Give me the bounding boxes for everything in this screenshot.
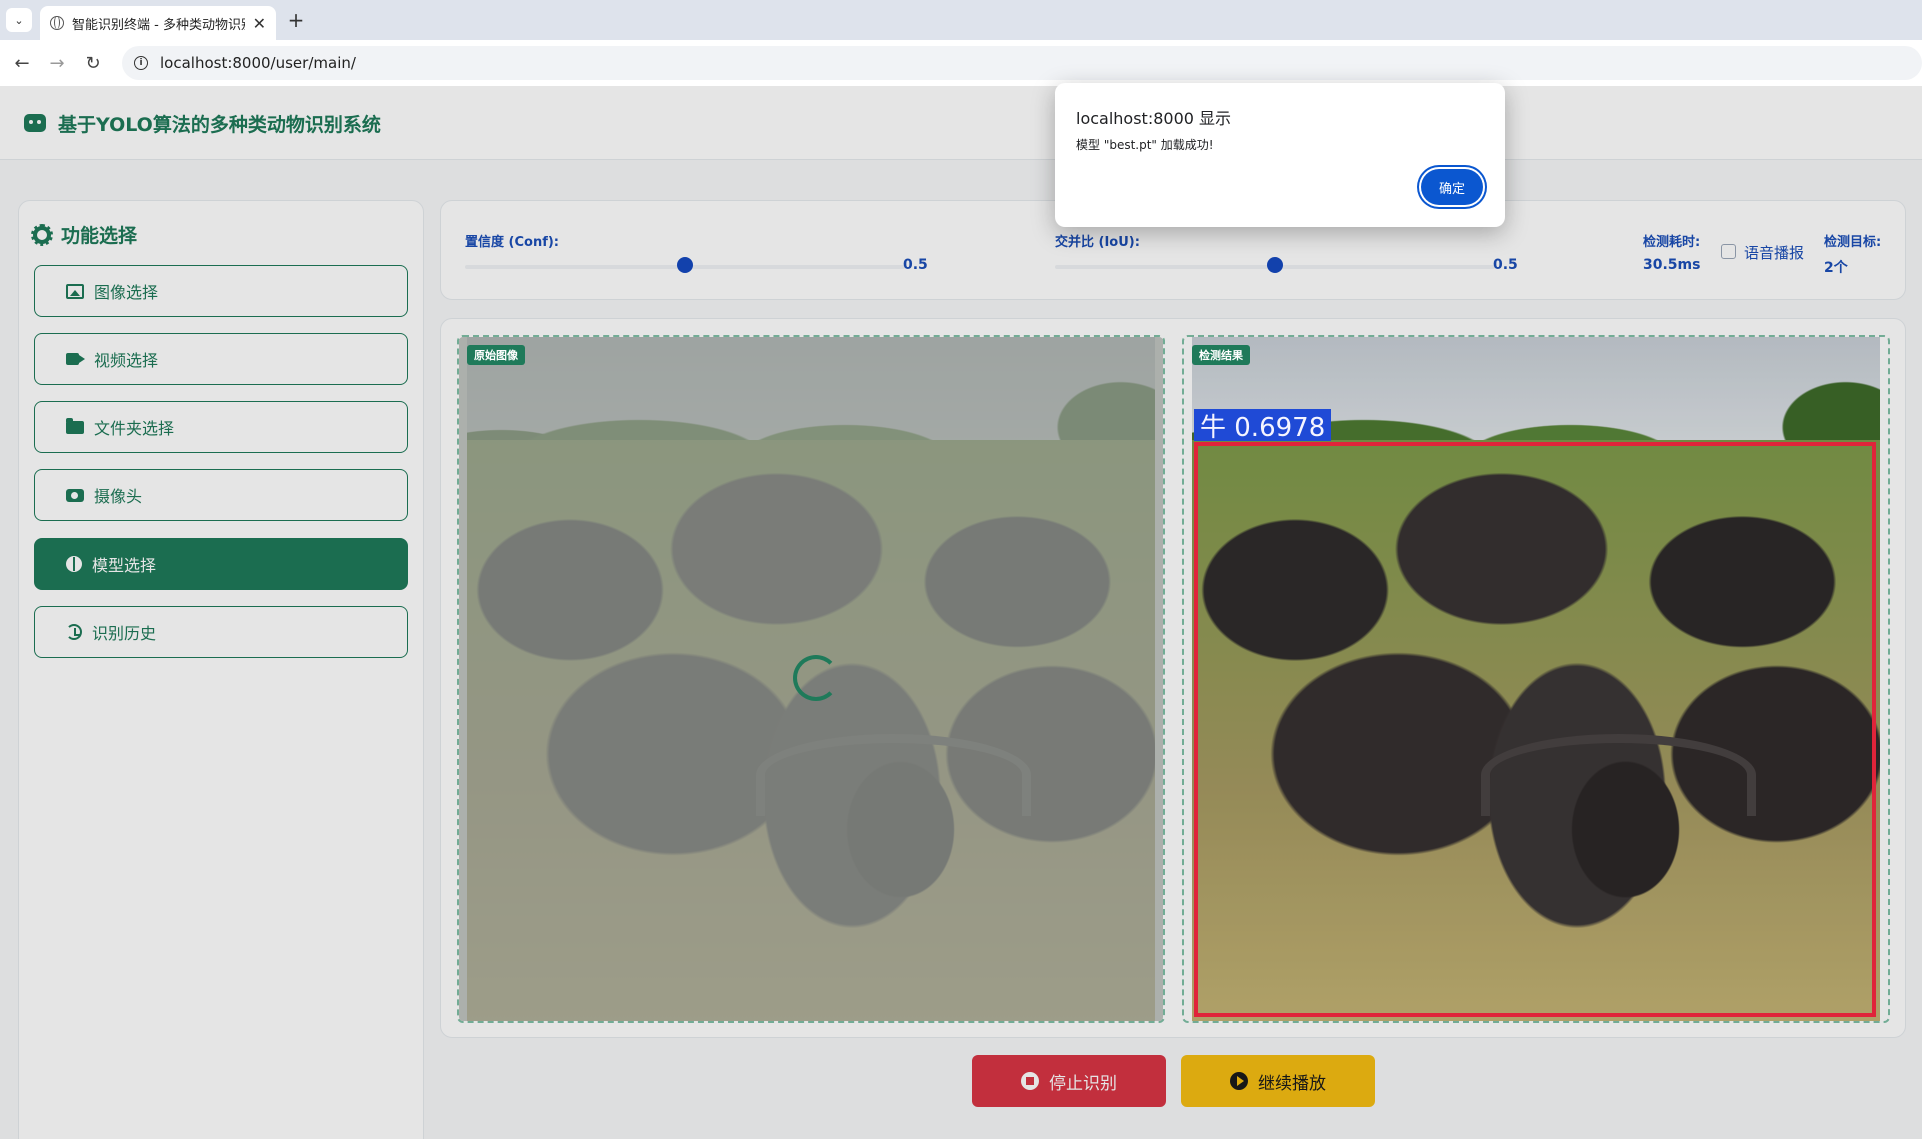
address-bar[interactable]: i localhost:8000/user/main/ xyxy=(122,46,1922,80)
browser-tab[interactable]: 智能识别终端 - 多种类动物识别 ✕ xyxy=(40,6,276,40)
dialog-ok-button[interactable]: 确定 xyxy=(1421,169,1483,205)
original-tag: 原始图像 xyxy=(467,345,525,365)
globe-icon xyxy=(50,16,64,30)
alert-dialog: localhost:8000 显示 模型 "best.pt" 加载成功! 确定 xyxy=(1055,83,1505,227)
result-tag: 检测结果 xyxy=(1192,345,1250,365)
reload-icon[interactable]: ↻ xyxy=(80,50,106,76)
close-tab-icon[interactable]: ✕ xyxy=(253,14,266,33)
dialog-title: localhost:8000 显示 xyxy=(1076,109,1232,128)
detection-bounding-box xyxy=(1194,442,1876,1017)
url-text[interactable]: localhost:8000/user/main/ xyxy=(160,54,356,72)
dialog-message: 模型 "best.pt" 加载成功! xyxy=(1076,138,1214,152)
tab-list-chevron-icon[interactable]: ⌄ xyxy=(6,8,32,32)
original-image-panel: 原始图像 xyxy=(457,335,1165,1023)
browser-tab-bar: ⌄ 智能识别终端 - 多种类动物识别 ✕ + xyxy=(0,0,1922,40)
forward-arrow-icon[interactable]: → xyxy=(44,50,70,76)
new-tab-plus-icon[interactable]: + xyxy=(284,8,308,32)
back-arrow-icon[interactable]: ← xyxy=(9,50,35,76)
loading-spinner-icon xyxy=(793,655,839,701)
tab-title: 智能识别终端 - 多种类动物识别 xyxy=(72,17,245,33)
site-info-icon[interactable]: i xyxy=(134,56,148,70)
browser-nav-bar: ← → ↻ i localhost:8000/user/main/ xyxy=(0,40,1922,86)
detection-label: 牛 0.6978 xyxy=(1194,409,1332,443)
